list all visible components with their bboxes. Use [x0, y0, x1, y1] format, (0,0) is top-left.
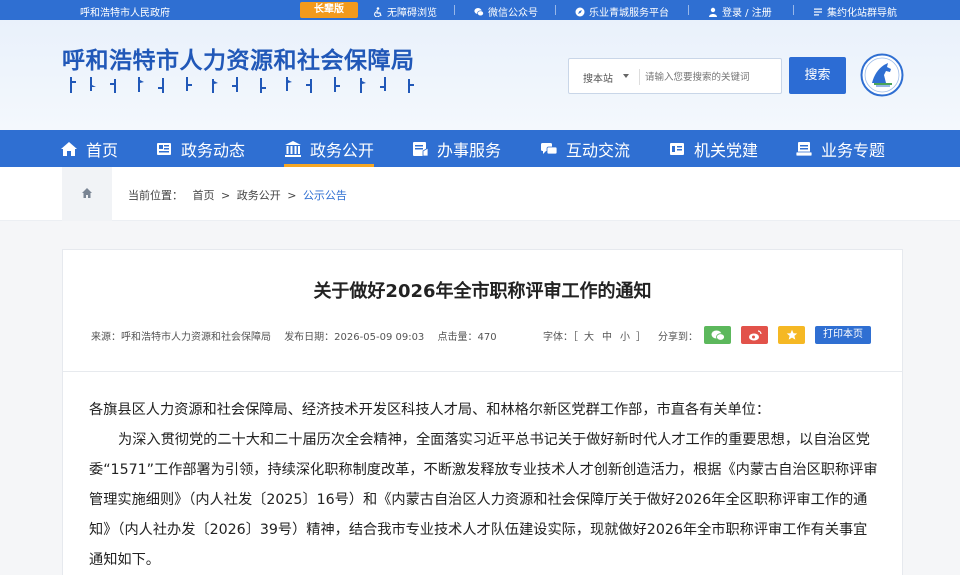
breadcrumb: 当前位置： 首页 > 政务公开 > 公示公告: [128, 187, 347, 203]
breadcrumb-separator: >: [287, 189, 297, 202]
search-box: 搜本站: [568, 58, 782, 94]
nav-item-0[interactable]: 首页: [60, 130, 118, 167]
article-panel: 关于做好2026年全市职称评审工作的通知 来源：呼和浩特市人力资源和社会保障局 …: [62, 249, 903, 575]
breadcrumb-bar: 当前位置： 首页 > 政务公开 > 公示公告: [0, 167, 960, 221]
news-icon: [157, 142, 171, 155]
weibo-icon: [748, 329, 762, 340]
breadcrumb-prefix: 当前位置：: [128, 189, 183, 202]
print-button[interactable]: 打印本页: [815, 326, 871, 344]
article-views: 点击量：470: [437, 332, 497, 343]
login-label: 登录 / 注册: [722, 8, 772, 19]
nav-item-label: 政务公开: [310, 140, 375, 160]
article-date: 发布日期：2026-05-09 09:03: [284, 332, 425, 343]
wechat-label: 微信公众号: [488, 8, 538, 19]
party-icon: [670, 142, 684, 155]
wechat-icon: [711, 330, 725, 341]
font-large-button[interactable]: 大: [584, 328, 594, 343]
home-icon: [61, 141, 77, 156]
divider: [793, 5, 794, 15]
accessibility-icon: [374, 6, 382, 17]
breadcrumb-item-announcements[interactable]: 公示公告: [303, 189, 347, 202]
divider: [688, 5, 689, 15]
accessibility-label: 无障碍浏览: [387, 8, 437, 19]
chat-icon: [541, 142, 558, 154]
elder-mode-button[interactable]: 长辈版: [300, 2, 358, 18]
font-medium-button[interactable]: 中: [602, 328, 612, 343]
nav-item-4[interactable]: 互动交流: [540, 130, 630, 167]
search-button[interactable]: 搜索: [789, 57, 846, 94]
star-icon: [786, 329, 797, 340]
menu-icon: [814, 8, 822, 15]
gov-portal-link[interactable]: 呼和浩特市人民政府: [80, 4, 170, 19]
share-wechat-button[interactable]: [704, 326, 731, 344]
divider: [454, 5, 455, 15]
article-salutation: 各旗县区人力资源和社会保障局、经济技术开发区科技人才局、和林格尔新区党群工作部，…: [89, 402, 771, 418]
search-scope-select[interactable]: 搜本站: [583, 70, 613, 85]
site-title[interactable]: 呼和浩特市人力资源和社会保障局: [62, 41, 415, 75]
nav-item-label: 互动交流: [566, 140, 631, 160]
nav-item-label: 业务专题: [821, 140, 886, 160]
article-source: 来源：呼和浩特市人力资源和社会保障局: [91, 332, 271, 343]
site-nav-label: 集约化站群导航: [827, 8, 897, 19]
breadcrumb-item-home[interactable]: 首页: [193, 189, 215, 202]
compass-icon: [575, 7, 585, 16]
login-link[interactable]: 登录 / 注册: [708, 4, 772, 19]
nav-item-3[interactable]: 办事服务: [411, 130, 501, 167]
wechat-icon: [474, 7, 484, 16]
font-size-close: ］: [636, 331, 646, 343]
article-tools: 字体：［ 大 中 小 ］ 分享到： 打印本页: [543, 326, 871, 344]
platform-label: 乐业青城服务平台: [589, 8, 669, 19]
favorite-button[interactable]: [778, 326, 805, 344]
breadcrumb-separator: >: [221, 189, 231, 202]
horse-emblem-icon: [860, 53, 904, 97]
site-nav-link[interactable]: 集约化站群导航: [813, 4, 897, 19]
breadcrumb-item-open-gov[interactable]: 政务公开: [237, 189, 281, 202]
site-header: 呼和浩特市人力资源和社会保障局 搜本站 搜索: [0, 20, 960, 130]
topic-icon: [795, 141, 813, 156]
nav-item-label: 首页: [86, 140, 119, 160]
share-weibo-button[interactable]: [741, 326, 768, 344]
article-title: 关于做好2026年全市职称评审工作的通知: [313, 281, 652, 302]
divider: [63, 371, 902, 372]
nav-item-6[interactable]: 业务专题: [795, 130, 885, 167]
service-icon: [413, 141, 429, 156]
breadcrumb-home-button[interactable]: [62, 167, 112, 221]
home-icon: [82, 188, 92, 198]
nav-item-label: 机关党建: [694, 140, 759, 160]
font-small-button[interactable]: 小: [620, 328, 630, 343]
search-input[interactable]: [645, 67, 777, 87]
building-icon: [285, 140, 301, 157]
mongolian-script-logo: [70, 77, 414, 93]
wechat-link[interactable]: 微信公众号: [474, 4, 538, 19]
top-bar: 呼和浩特市人民政府 长辈版 无障碍浏览 微信公众号 乐业青城服务平台 登录 / …: [0, 0, 960, 20]
font-size-label: 字体：［: [543, 331, 578, 343]
accessibility-link[interactable]: 无障碍浏览: [373, 4, 437, 19]
article-body: 各旗县区人力资源和社会保障局、经济技术开发区科技人才局、和林格尔新区党群工作部，…: [89, 395, 879, 575]
nav-item-1[interactable]: 政务动态: [155, 130, 245, 167]
divider: [639, 69, 640, 85]
nav-item-label: 办事服务: [437, 140, 502, 160]
article-meta: 来源：呼和浩特市人力资源和社会保障局 发布日期：2026-05-09 09:03…: [91, 328, 507, 343]
platform-link[interactable]: 乐业青城服务平台: [575, 4, 669, 19]
article-paragraph: 为深入贯彻党的二十大和二十届历次全会精神，全面落实习近平总书记关于做好新时代人才…: [89, 432, 878, 568]
nav-item-2[interactable]: 政务公开: [284, 130, 375, 167]
nav-item-5[interactable]: 机关党建: [668, 130, 758, 167]
user-icon: [709, 7, 717, 17]
main-nav: 首页 政务动态 政务公开 办事服务 互动交流 机关党建 业务专题: [0, 130, 960, 167]
share-label: 分享到：: [658, 331, 698, 343]
nav-item-label: 政务动态: [181, 140, 246, 160]
chevron-down-icon[interactable]: [623, 74, 629, 78]
divider: [555, 5, 556, 15]
